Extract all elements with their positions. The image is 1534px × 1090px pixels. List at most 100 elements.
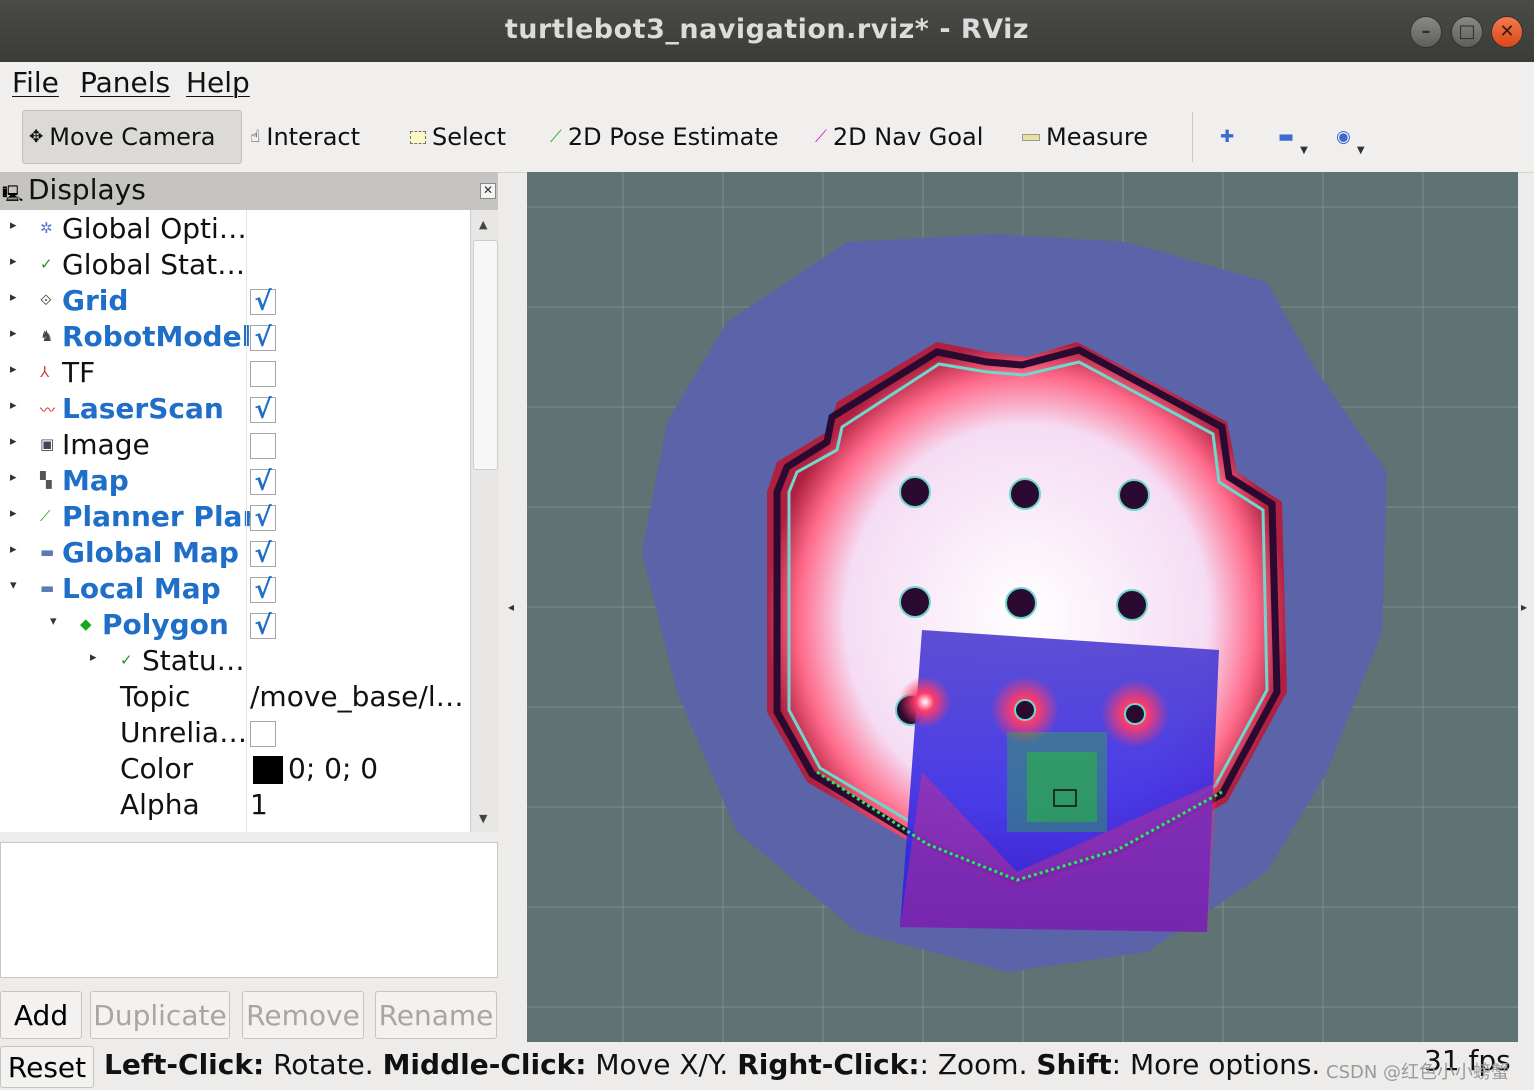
map-checkbox[interactable]: √: [250, 469, 276, 495]
tree-item-label: TF: [62, 356, 96, 389]
close-panel-icon[interactable]: ✕: [480, 183, 496, 199]
tree-item-label: Grid: [62, 284, 129, 317]
rename-button[interactable]: Rename: [375, 991, 497, 1039]
color-value[interactable]: 0; 0; 0: [288, 752, 378, 785]
minimize-button[interactable]: –: [1410, 16, 1442, 48]
tree-item-tf[interactable]: ▸ ⅄ TF: [0, 356, 470, 392]
views-tool-button[interactable]: ◉ ▼: [1336, 110, 1365, 164]
nav-goal-tool[interactable]: ⟋ 2D Nav Goal: [815, 110, 983, 164]
menu-file[interactable]: File: [12, 66, 59, 99]
tree-item-status[interactable]: ▸ ✓ Statu…: [0, 644, 470, 680]
expand-arrow-icon[interactable]: ▸: [10, 362, 17, 377]
remove-button[interactable]: Remove: [242, 991, 364, 1039]
dropdown-arrow-icon: ▼: [1300, 144, 1308, 156]
scroll-thumb[interactable]: [473, 240, 498, 470]
scroll-up-icon[interactable]: ▲: [479, 218, 487, 231]
add-button[interactable]: Add: [0, 991, 82, 1039]
robotmodel-checkbox[interactable]: √: [250, 325, 276, 351]
scroll-down-icon[interactable]: ▼: [479, 812, 487, 825]
laserscan-checkbox[interactable]: √: [250, 397, 276, 423]
planner-plan-checkbox[interactable]: √: [250, 505, 276, 531]
maximize-button[interactable]: □: [1451, 16, 1483, 48]
grid-icon: ⟐: [40, 291, 52, 309]
tree-item-label: LaserScan: [62, 392, 224, 425]
menu-panels[interactable]: Panels: [80, 66, 170, 99]
displays-scrollbar[interactable]: ▲ ▼: [470, 210, 499, 832]
tree-item-label: Local Map: [62, 572, 221, 605]
property-label: Topic: [120, 680, 191, 713]
remove-tool-button[interactable]: ▬ ▼: [1278, 110, 1308, 164]
local-map-checkbox[interactable]: √: [250, 577, 276, 603]
tree-item-local-map[interactable]: ▾ ▬ Local Map √: [0, 572, 470, 608]
toolbar-separator: [1192, 112, 1193, 162]
tree-item-grid[interactable]: ▸ ⟐ Grid √: [0, 284, 470, 320]
particle-cloud: [1007, 732, 1107, 832]
right-splitter-handle[interactable]: ▸: [1521, 600, 1527, 614]
menu-help[interactable]: Help: [186, 66, 250, 99]
tree-item-global-options[interactable]: ▸ ✲ Global Opti…: [0, 212, 470, 248]
expand-arrow-icon[interactable]: ▸: [10, 542, 17, 557]
ruler-icon: [1022, 133, 1040, 141]
expand-arrow-icon[interactable]: ▸: [10, 506, 17, 521]
expand-arrow-icon[interactable]: ▸: [10, 434, 17, 449]
property-unreliable[interactable]: Unrelia…: [0, 716, 470, 752]
expand-arrow-icon[interactable]: ▸: [10, 398, 17, 413]
help-text: : Zoom.: [919, 1048, 1037, 1081]
tree-item-polygon[interactable]: ▾ ◆ Polygon √: [0, 608, 470, 644]
expand-arrow-icon[interactable]: ▸: [10, 254, 17, 269]
add-tool-button[interactable]: ✚: [1220, 110, 1234, 164]
property-topic[interactable]: Topic /move_base/l…: [0, 680, 470, 716]
left-splitter-handle[interactable]: ◂: [508, 600, 514, 614]
minus-icon: ▬: [1278, 127, 1295, 147]
render-viewport[interactable]: [527, 172, 1518, 1042]
expand-arrow-icon[interactable]: ▸: [90, 650, 97, 665]
statusbar: Reset Left-Click: Rotate. Middle-Click: …: [0, 1044, 1534, 1090]
alpha-value[interactable]: 1: [250, 788, 268, 821]
collapse-arrow-icon[interactable]: ▾: [50, 614, 57, 629]
tree-item-label: Polygon: [102, 608, 229, 641]
move-camera-tool[interactable]: ✥ Move Camera: [22, 110, 242, 164]
tree-item-global-map[interactable]: ▸ ▬ Global Map √: [0, 536, 470, 572]
tree-item-label: Map: [62, 464, 129, 497]
unreliable-checkbox[interactable]: [250, 721, 276, 747]
grid-checkbox[interactable]: √: [250, 289, 276, 315]
property-color[interactable]: Color 0; 0; 0: [0, 752, 470, 788]
tree-item-planner-plan[interactable]: ▸ ⟋ Planner Plan √: [0, 500, 470, 536]
map-render: [527, 172, 1518, 1042]
color-swatch[interactable]: [253, 756, 283, 784]
image-checkbox[interactable]: [250, 433, 276, 459]
help-text: Rotate.: [264, 1048, 383, 1081]
polygon-checkbox[interactable]: √: [250, 613, 276, 639]
pose-estimate-tool[interactable]: ⟋ 2D Pose Estimate: [550, 110, 779, 164]
tree-item-label: Planner Plan: [62, 500, 263, 533]
tree-item-image[interactable]: ▸ ▣ Image: [0, 428, 470, 464]
topic-value[interactable]: /move_base/l…: [250, 680, 464, 713]
displays-panel-header: 🖳 Displays ✕: [0, 172, 498, 210]
check-icon: ✓: [120, 651, 133, 669]
global-map-checkbox[interactable]: √: [250, 541, 276, 567]
close-button[interactable]: ✕: [1491, 16, 1523, 48]
reset-button[interactable]: Reset: [0, 1046, 94, 1088]
expand-arrow-icon[interactable]: ▸: [10, 290, 17, 305]
tree-item-global-status[interactable]: ▸ ✓ Global Stat…: [0, 248, 470, 284]
tree-item-laserscan[interactable]: ▸ 〰 LaserScan √: [0, 392, 470, 428]
property-description-box: [0, 842, 498, 978]
window-title: turtlebot3_navigation.rviz* - RViz: [504, 14, 1030, 45]
eye-icon: ◉: [1336, 127, 1351, 147]
expand-arrow-icon[interactable]: ▸: [10, 218, 17, 233]
tree-item-map[interactable]: ▸ ▚ Map √: [0, 464, 470, 500]
measure-tool[interactable]: Measure: [1022, 110, 1148, 164]
robot-icon: ♞: [40, 327, 54, 345]
interact-tool[interactable]: ☝ Interact: [250, 110, 360, 164]
duplicate-button[interactable]: Duplicate: [90, 991, 230, 1039]
watermark: CSDN @红色小小螃蟹: [1326, 1062, 1510, 1083]
tree-item-robotmodel[interactable]: ▸ ♞ RobotModel √: [0, 320, 470, 356]
image-icon: ▣: [40, 435, 55, 453]
map-icon: ▚: [40, 471, 52, 489]
collapse-arrow-icon[interactable]: ▾: [10, 578, 17, 593]
tf-checkbox[interactable]: [250, 361, 276, 387]
property-alpha[interactable]: Alpha 1: [0, 788, 470, 824]
expand-arrow-icon[interactable]: ▸: [10, 470, 17, 485]
select-tool[interactable]: Select: [410, 110, 506, 164]
expand-arrow-icon[interactable]: ▸: [10, 326, 17, 341]
